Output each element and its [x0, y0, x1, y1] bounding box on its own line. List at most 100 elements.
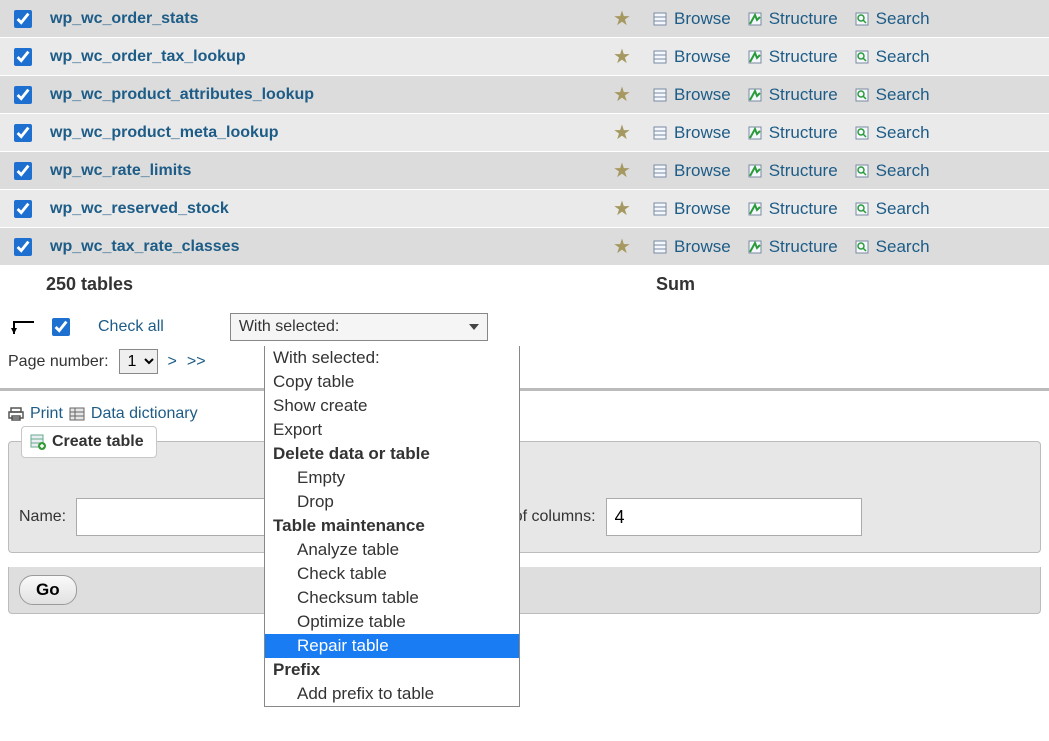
dropdown-option[interactable]: Optimize table	[265, 610, 519, 634]
browse-action[interactable]: Browse	[652, 237, 731, 257]
print-label: Print	[30, 405, 63, 423]
table-row: wp_wc_tax_rate_classes★ Browse Structure Se…	[0, 228, 1049, 266]
create-table-badge: Create table	[21, 426, 157, 458]
row-checkbox[interactable]	[14, 162, 32, 180]
table-list: wp_wc_order_stats★BrowseStructureSearchw…	[0, 0, 1049, 266]
table-name-link[interactable]: wp_wc_product_meta_lookup	[50, 124, 610, 142]
page-last[interactable]: >>	[187, 353, 206, 371]
favorite-icon[interactable]: ★	[610, 6, 634, 31]
structure-label: Structure	[769, 9, 838, 29]
tools-row: Print Data dictionary	[0, 405, 1049, 441]
page-number-select[interactable]: 1	[119, 349, 158, 374]
table-row: wp_wc_order_stats★ Browse Structure Search	[0, 0, 1049, 38]
dropdown-option[interactable]: Drop	[265, 490, 519, 514]
dropdown-option[interactable]: Check table	[265, 562, 519, 586]
favorite-icon[interactable]: ★	[610, 234, 634, 259]
dropdown-option[interactable]: Checksum table	[265, 586, 519, 610]
pagination-row: Page number: 1 > >>	[0, 345, 1049, 388]
dropdown-option[interactable]: Add prefix to table	[265, 682, 519, 706]
structure-label: Structure	[769, 85, 838, 105]
print-link[interactable]: Print	[8, 405, 63, 423]
select-arrow-icon	[8, 314, 38, 340]
dropdown-option[interactable]: Repair table	[265, 634, 519, 658]
printer-icon	[8, 406, 24, 422]
favorite-icon[interactable]: ★	[610, 120, 634, 145]
go-bar: Go	[8, 567, 1041, 614]
check-all-checkbox[interactable]	[52, 318, 70, 336]
favorite-icon[interactable]: ★	[610, 196, 634, 221]
name-field-label: Name:	[19, 508, 66, 526]
separator	[0, 388, 1049, 391]
table-row: wp_wc_rate_limits★ Browse Structure Search	[0, 152, 1049, 190]
data-dictionary-link[interactable]: Data dictionary	[69, 405, 198, 423]
structure-label: Structure	[769, 47, 838, 67]
search-action[interactable]: Search	[854, 199, 930, 219]
row-checkbox[interactable]	[14, 200, 32, 218]
structure-label: Structure	[769, 123, 838, 143]
row-checkbox[interactable]	[14, 10, 32, 28]
page-number-label: Page number:	[8, 353, 109, 371]
table-name-link[interactable]: wp_wc_tax_rate_classes	[50, 238, 610, 256]
dropdown-option[interactable]: Empty	[265, 466, 519, 490]
row-checkbox[interactable]	[14, 238, 32, 256]
check-all-label[interactable]: Check all	[98, 318, 164, 336]
structure-action[interactable]: Structure	[747, 199, 838, 219]
row-checkbox[interactable]	[14, 86, 32, 104]
data-dictionary-label: Data dictionary	[91, 405, 198, 423]
table-name-link[interactable]: wp_wc_order_stats	[50, 10, 610, 28]
tables-count-label: 250 tables	[46, 274, 606, 295]
favorite-icon[interactable]: ★	[610, 82, 634, 107]
table-name-link[interactable]: wp_wc_reserved_stock	[50, 200, 610, 218]
row-checkbox[interactable]	[14, 48, 32, 66]
structure-label: Structure	[769, 161, 838, 181]
dropdown-option[interactable]: With selected:	[265, 346, 519, 370]
create-table-icon	[30, 434, 46, 450]
browse-action[interactable]: Browse	[652, 9, 731, 29]
search-label: Search	[876, 123, 930, 143]
browse-action[interactable]: Browse	[652, 123, 731, 143]
search-action[interactable]: Search	[854, 123, 930, 143]
dropdown-option[interactable]: Export	[265, 418, 519, 442]
browse-label: Browse	[674, 237, 731, 257]
columns-count-input[interactable]	[606, 498, 862, 536]
browse-label: Browse	[674, 9, 731, 29]
structure-action[interactable]: Structure	[747, 161, 838, 181]
browse-label: Browse	[674, 47, 731, 67]
dropdown-option[interactable]: Show create	[265, 394, 519, 418]
structure-action[interactable]: Structure	[747, 237, 838, 257]
go-button[interactable]: Go	[19, 575, 77, 605]
search-label: Search	[876, 85, 930, 105]
row-checkbox[interactable]	[14, 124, 32, 142]
search-action[interactable]: Search	[854, 85, 930, 105]
dropdown-group: Delete data or table	[265, 442, 519, 466]
structure-action[interactable]: Structure	[747, 47, 838, 67]
table-name-link[interactable]: wp_wc_rate_limits	[50, 162, 610, 180]
search-label: Search	[876, 47, 930, 67]
browse-label: Browse	[674, 85, 731, 105]
search-action[interactable]: Search	[854, 237, 930, 257]
browse-action[interactable]: Browse	[652, 85, 731, 105]
structure-action[interactable]: Structure	[747, 9, 838, 29]
browse-action[interactable]: Browse	[652, 161, 731, 181]
dropdown-group: Table maintenance	[265, 514, 519, 538]
table-name-link[interactable]: wp_wc_order_tax_lookup	[50, 48, 610, 66]
search-action[interactable]: Search	[854, 9, 930, 29]
dropdown-option[interactable]: Copy table	[265, 370, 519, 394]
favorite-icon[interactable]: ★	[610, 44, 634, 69]
search-action[interactable]: Search	[854, 161, 930, 181]
browse-label: Browse	[674, 199, 731, 219]
dropdown-option[interactable]: Analyze table	[265, 538, 519, 562]
bulk-action-dropdown[interactable]: With selected:Copy tableShow createExpor…	[264, 346, 520, 707]
summary-row: 250 tables Sum	[0, 266, 1049, 303]
search-action[interactable]: Search	[854, 47, 930, 67]
browse-action[interactable]: Browse	[652, 199, 731, 219]
sum-label: Sum	[656, 274, 695, 295]
favorite-icon[interactable]: ★	[610, 158, 634, 183]
page-next[interactable]: >	[168, 353, 177, 371]
dictionary-icon	[69, 406, 85, 422]
browse-action[interactable]: Browse	[652, 47, 731, 67]
table-name-link[interactable]: wp_wc_product_attributes_lookup	[50, 86, 610, 104]
bulk-action-select[interactable]: With selected:	[230, 313, 488, 341]
structure-action[interactable]: Structure	[747, 85, 838, 105]
structure-action[interactable]: Structure	[747, 123, 838, 143]
